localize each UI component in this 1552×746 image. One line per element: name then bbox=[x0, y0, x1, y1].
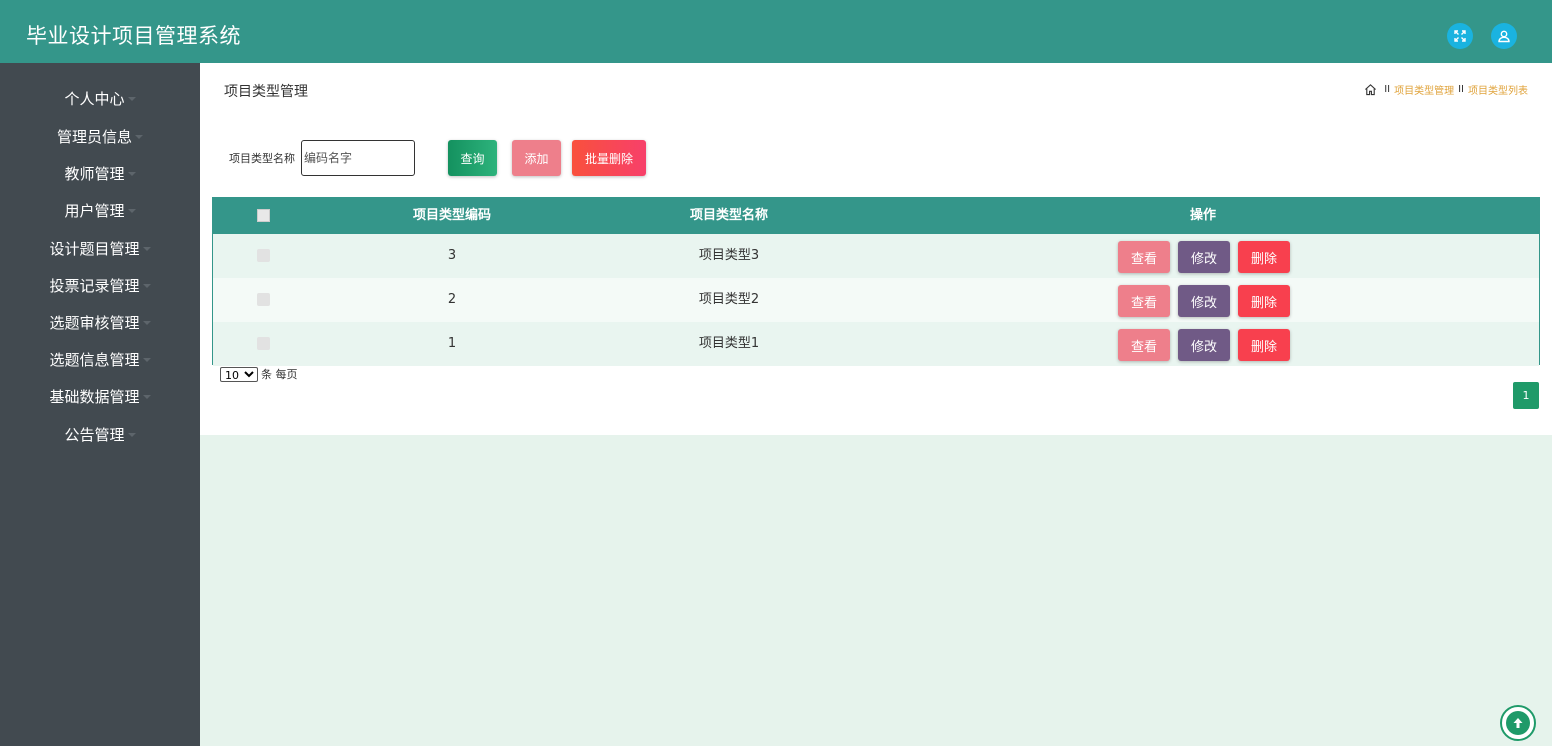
row-checkbox[interactable] bbox=[257, 293, 270, 306]
row-checkbox[interactable] bbox=[257, 337, 270, 350]
edit-button[interactable]: 修改 bbox=[1178, 285, 1230, 317]
sidebar-item-label: 投票记录管理 bbox=[49, 276, 140, 295]
page-number-button[interactable]: 1 bbox=[1513, 382, 1539, 409]
batch-delete-button[interactable]: 批量删除 bbox=[572, 140, 646, 176]
breadcrumb-item-type-list: 项目类型列表 bbox=[1468, 86, 1528, 97]
arrow-up-icon bbox=[1506, 711, 1530, 735]
sidebar-item-label: 教师管理 bbox=[64, 164, 125, 183]
table-row: 3 项目类型3 查看 修改 删除 bbox=[213, 234, 1539, 278]
chevron-down-icon bbox=[142, 284, 151, 288]
row-checkbox[interactable] bbox=[257, 249, 270, 262]
sidebar-item-label: 基础数据管理 bbox=[49, 387, 140, 406]
chevron-down-icon bbox=[135, 135, 143, 139]
delete-button[interactable]: 删除 bbox=[1238, 241, 1290, 273]
delete-button[interactable]: 删除 bbox=[1238, 285, 1290, 317]
chevron-down-icon bbox=[127, 97, 136, 101]
sidebar-item-notice[interactable]: 公告管理 bbox=[0, 419, 200, 449]
chevron-down-icon bbox=[127, 433, 136, 437]
edit-button[interactable]: 修改 bbox=[1178, 329, 1230, 361]
chevron-down-icon bbox=[142, 358, 151, 362]
sidebar-item-label: 管理员信息 bbox=[56, 127, 132, 146]
sidebar-item-personal-center[interactable]: 个人中心 bbox=[0, 83, 200, 113]
chevron-down-icon bbox=[127, 209, 136, 213]
table-header: 项目类型编码 项目类型名称 操作 bbox=[213, 198, 1539, 234]
cell-name: 项目类型2 bbox=[698, 292, 760, 307]
sidebar-item-label: 选题信息管理 bbox=[49, 350, 140, 369]
header-code: 项目类型编码 bbox=[412, 208, 491, 223]
sidebar-item-design-topic[interactable]: 设计题目管理 bbox=[0, 233, 200, 263]
header-name: 项目类型名称 bbox=[689, 208, 768, 223]
breadcrumb-item-type-management[interactable]: 项目类型管理 bbox=[1394, 82, 1454, 97]
sidebar-item-user[interactable]: 用户管理 bbox=[0, 195, 200, 225]
cell-code: 3 bbox=[447, 248, 457, 263]
breadcrumb: II 项目类型管理 II 项目类型列表 bbox=[1364, 82, 1528, 97]
sidebar-item-label: 设计题目管理 bbox=[49, 239, 140, 258]
select-all-checkbox[interactable] bbox=[257, 209, 270, 222]
search-label: 项目类型名称 bbox=[229, 152, 295, 165]
per-page-label: 条 每页 bbox=[261, 368, 298, 381]
header-actions: 操作 bbox=[1189, 208, 1216, 223]
table-row: 1 项目类型1 查看 修改 删除 bbox=[213, 322, 1539, 366]
sidebar-item-topic-info[interactable]: 选题信息管理 bbox=[0, 344, 200, 374]
breadcrumb-separator: II bbox=[1458, 84, 1464, 95]
chevron-down-icon bbox=[142, 247, 151, 251]
cell-name: 项目类型1 bbox=[698, 336, 760, 351]
chevron-down-icon bbox=[142, 321, 151, 325]
sidebar-item-label: 用户管理 bbox=[64, 201, 125, 220]
page-title: 项目类型管理 bbox=[224, 84, 308, 100]
chevron-down-icon bbox=[142, 395, 151, 399]
edit-button[interactable]: 修改 bbox=[1178, 241, 1230, 273]
sidebar-item-label: 公告管理 bbox=[64, 425, 125, 444]
data-table: 项目类型编码 项目类型名称 操作 3 项目类型3 查看 修改 删除 2 项目类型… bbox=[212, 197, 1540, 366]
back-to-top-button[interactable] bbox=[1500, 705, 1536, 741]
breadcrumb-separator: II bbox=[1384, 84, 1391, 95]
delete-button[interactable]: 删除 bbox=[1238, 329, 1290, 361]
sidebar-item-admin-info[interactable]: 管理员信息 bbox=[0, 121, 200, 151]
view-button[interactable]: 查看 bbox=[1118, 241, 1170, 273]
user-icon[interactable] bbox=[1491, 23, 1517, 49]
top-bar: 毕业设计项目管理系统 bbox=[0, 0, 1552, 63]
chevron-down-icon bbox=[127, 172, 136, 176]
sidebar-item-label: 个人中心 bbox=[64, 89, 125, 108]
cell-code: 1 bbox=[447, 336, 457, 351]
view-button[interactable]: 查看 bbox=[1118, 285, 1170, 317]
page-size-select[interactable]: 10 bbox=[220, 366, 258, 382]
sidebar-item-vote-record[interactable]: 投票记录管理 bbox=[0, 270, 200, 300]
sidebar-item-topic-review[interactable]: 选题审核管理 bbox=[0, 307, 200, 337]
fullscreen-icon[interactable] bbox=[1447, 23, 1473, 49]
view-button[interactable]: 查看 bbox=[1118, 329, 1170, 361]
sidebar-item-teacher[interactable]: 教师管理 bbox=[0, 158, 200, 188]
app-title: 毕业设计项目管理系统 bbox=[26, 24, 241, 48]
search-input[interactable] bbox=[301, 140, 415, 176]
query-button[interactable]: 查询 bbox=[448, 140, 497, 176]
sidebar-item-base-data[interactable]: 基础数据管理 bbox=[0, 381, 200, 411]
cell-name: 项目类型3 bbox=[698, 248, 760, 263]
sidebar-item-label: 选题审核管理 bbox=[49, 313, 140, 332]
cell-code: 2 bbox=[447, 292, 457, 307]
add-button[interactable]: 添加 bbox=[512, 140, 561, 176]
home-icon[interactable] bbox=[1364, 83, 1377, 96]
table-row: 2 项目类型2 查看 修改 删除 bbox=[213, 278, 1539, 322]
page-size-control: 10 条 每页 bbox=[220, 366, 298, 382]
